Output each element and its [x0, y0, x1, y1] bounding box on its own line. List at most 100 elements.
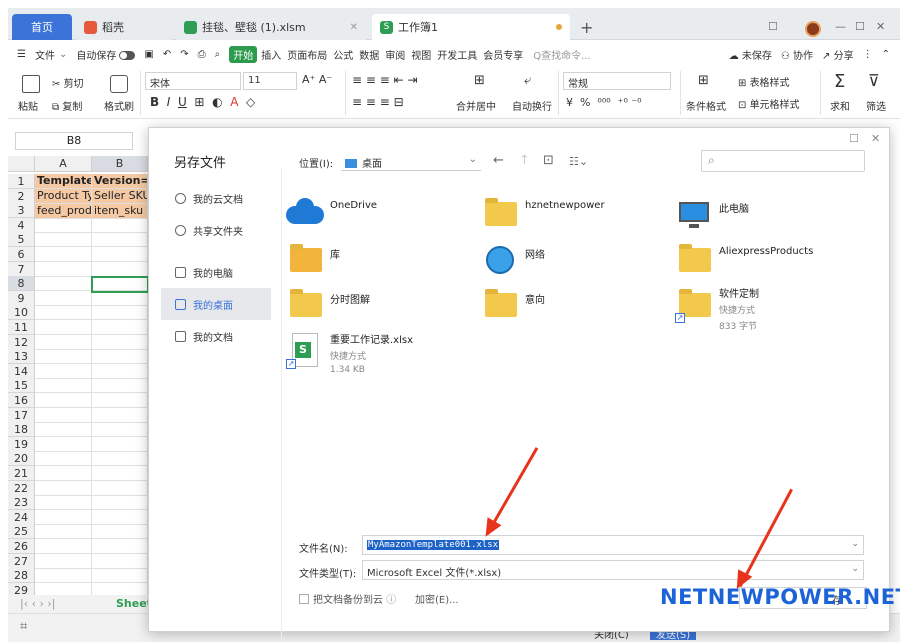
cell-b1[interactable]: Version=20 — [92, 174, 148, 189]
row-header[interactable]: 10 — [8, 305, 35, 321]
merge-icon[interactable]: ⊞ — [474, 73, 485, 88]
row-header[interactable]: 11 — [8, 320, 35, 335]
new-tab-icon[interactable]: + — [580, 18, 593, 37]
save-icon[interactable]: ▣ — [144, 49, 153, 60]
dialog-search-input[interactable]: ⌕ — [701, 150, 865, 172]
avatar[interactable] — [805, 21, 821, 37]
number-format-select[interactable]: 常规 — [563, 72, 671, 90]
file-item-network[interactable]: 网络 — [481, 240, 545, 278]
grid-cell[interactable] — [35, 334, 92, 350]
command-search[interactable]: Q查找命令... — [533, 47, 590, 62]
grid-cell[interactable] — [35, 524, 92, 540]
column-header-b[interactable]: B — [92, 156, 148, 172]
row-header[interactable]: 17 — [8, 407, 35, 423]
file-item-onedrive[interactable]: OneDrive — [286, 194, 377, 232]
grid-cell[interactable] — [92, 378, 148, 394]
window-count-icon[interactable]: ☐ — [768, 20, 778, 33]
sidebar-item-documents[interactable]: 我的文档 — [161, 320, 271, 352]
grid-cell[interactable] — [35, 290, 92, 306]
row-header[interactable]: 13 — [8, 349, 35, 365]
grid-cell[interactable] — [92, 334, 148, 350]
row-header[interactable]: 16 — [8, 393, 35, 408]
menu-vip[interactable]: 会员专享 — [483, 47, 523, 62]
tab-doc1[interactable]: 挂毯、壁毯 (1).xlsm ✕ — [176, 14, 366, 40]
share-button[interactable]: ↗ 分享 — [822, 47, 854, 62]
sidebar-item-computer[interactable]: 我的电脑 — [161, 256, 271, 288]
file-item-work-record[interactable]: S ↗ 重要工作记录.xlsx 快捷方式 1.34 KB — [286, 331, 413, 375]
grid-cell[interactable] — [35, 393, 92, 408]
file-item-aliexpress[interactable]: AliexpressProducts — [675, 240, 813, 278]
sum-icon[interactable]: Σ — [834, 71, 845, 92]
row-header[interactable]: 26 — [8, 539, 35, 554]
grid-cell[interactable] — [35, 378, 92, 394]
grid-cell[interactable] — [92, 466, 148, 481]
file-item-fenshi[interactable]: 分时图解 — [286, 285, 370, 323]
row-header[interactable]: 21 — [8, 466, 35, 481]
tab-doc2[interactable]: S 工作簿1 — [372, 14, 570, 40]
cell-style-button[interactable]: ⊡ 单元格样式 — [738, 96, 800, 111]
menu-start[interactable]: 开始 — [229, 45, 258, 63]
grid-cell[interactable] — [35, 568, 92, 584]
row-header[interactable]: 3 — [8, 203, 35, 219]
sidebar-item-cloud[interactable]: 我的云文档 — [161, 182, 271, 214]
grid-cell[interactable] — [35, 232, 92, 248]
row-header[interactable]: 25 — [8, 524, 35, 540]
column-header-a[interactable]: A — [35, 156, 92, 172]
close-dialog-icon[interactable]: ✕ — [871, 132, 880, 145]
grid-cell[interactable] — [35, 276, 92, 292]
grid-cell[interactable] — [92, 217, 148, 233]
grid-cell[interactable] — [92, 407, 148, 423]
minimize-icon[interactable]: — — [835, 20, 846, 33]
menu-autosave[interactable]: 自动保存 — [76, 47, 136, 62]
grid-cell[interactable] — [35, 553, 92, 569]
location-select[interactable]: 桌面 ⌄ — [341, 152, 481, 171]
cond-format-button[interactable]: 条件格式 — [686, 98, 726, 113]
checkbox-icon[interactable] — [299, 594, 309, 604]
hamburger-icon[interactable]: ☰ — [17, 49, 26, 60]
tab-home[interactable]: 首页 — [12, 14, 72, 40]
row-header[interactable]: 6 — [8, 247, 35, 262]
grid-cell[interactable] — [92, 553, 148, 569]
unsaved-button[interactable]: ☁ 未保存 — [729, 47, 772, 62]
grid-cell[interactable] — [35, 422, 92, 438]
row-header[interactable]: 15 — [8, 378, 35, 394]
row-header[interactable]: 20 — [8, 451, 35, 467]
grid-cell[interactable] — [92, 305, 148, 321]
row-header[interactable]: 7 — [8, 261, 35, 277]
grid-cell[interactable] — [92, 349, 148, 365]
cell-a3[interactable]: feed_produ — [35, 204, 92, 219]
grid-cell[interactable] — [35, 539, 92, 554]
row-header[interactable]: 1 — [8, 174, 35, 189]
cell-a2[interactable]: Product Typ — [35, 189, 92, 204]
grid-cell[interactable] — [35, 509, 92, 525]
backup-checkbox[interactable]: 把文档备份到云 ⓘ — [299, 591, 396, 606]
grid-cell[interactable] — [92, 363, 148, 379]
grid-cell[interactable] — [92, 247, 148, 262]
grid-cell[interactable] — [35, 320, 92, 335]
wrap-icon[interactable]: ⤶ — [524, 73, 531, 88]
file-chevron-icon[interactable]: ⌄ — [59, 49, 67, 60]
merge-button[interactable]: 合并居中 — [456, 98, 496, 113]
format-painter-button[interactable]: 格式刷 — [104, 98, 134, 113]
font-style-buttons[interactable]: B I U ⊞ ◐ A ◇ — [150, 95, 255, 109]
menu-review[interactable]: 审阅 — [385, 47, 405, 62]
grid-cell[interactable] — [35, 451, 92, 467]
file-item-this-pc[interactable]: 此电脑 — [675, 194, 749, 232]
chevron-down-icon[interactable]: ⌄ — [851, 539, 859, 549]
grid-cell[interactable] — [92, 495, 148, 511]
undo-icon[interactable]: ↶ — [163, 49, 171, 60]
sheet-nav-icons[interactable]: |‹ ‹ › ›| — [20, 597, 56, 610]
maximize-dialog-icon[interactable]: ☐ — [849, 132, 859, 145]
collapse-ribbon-icon[interactable]: ⌃ — [882, 49, 890, 60]
font-grow-icon[interactable]: A⁺ A⁻ — [302, 73, 332, 86]
grid-cell[interactable] — [92, 436, 148, 452]
copy-button[interactable]: ⧉ 复制 — [52, 98, 82, 113]
back-icon[interactable]: ← — [493, 153, 504, 168]
file-item-library[interactable]: 库 — [286, 240, 340, 278]
row-header[interactable]: 14 — [8, 363, 35, 379]
print-icon[interactable]: ⎙ — [198, 49, 206, 60]
file-item-yixiang[interactable]: 意向 — [481, 285, 545, 323]
wrap-button[interactable]: 自动换行 — [512, 98, 552, 113]
row-header[interactable]: 28 — [8, 568, 35, 584]
paste-button[interactable]: 粘贴 — [18, 98, 38, 113]
